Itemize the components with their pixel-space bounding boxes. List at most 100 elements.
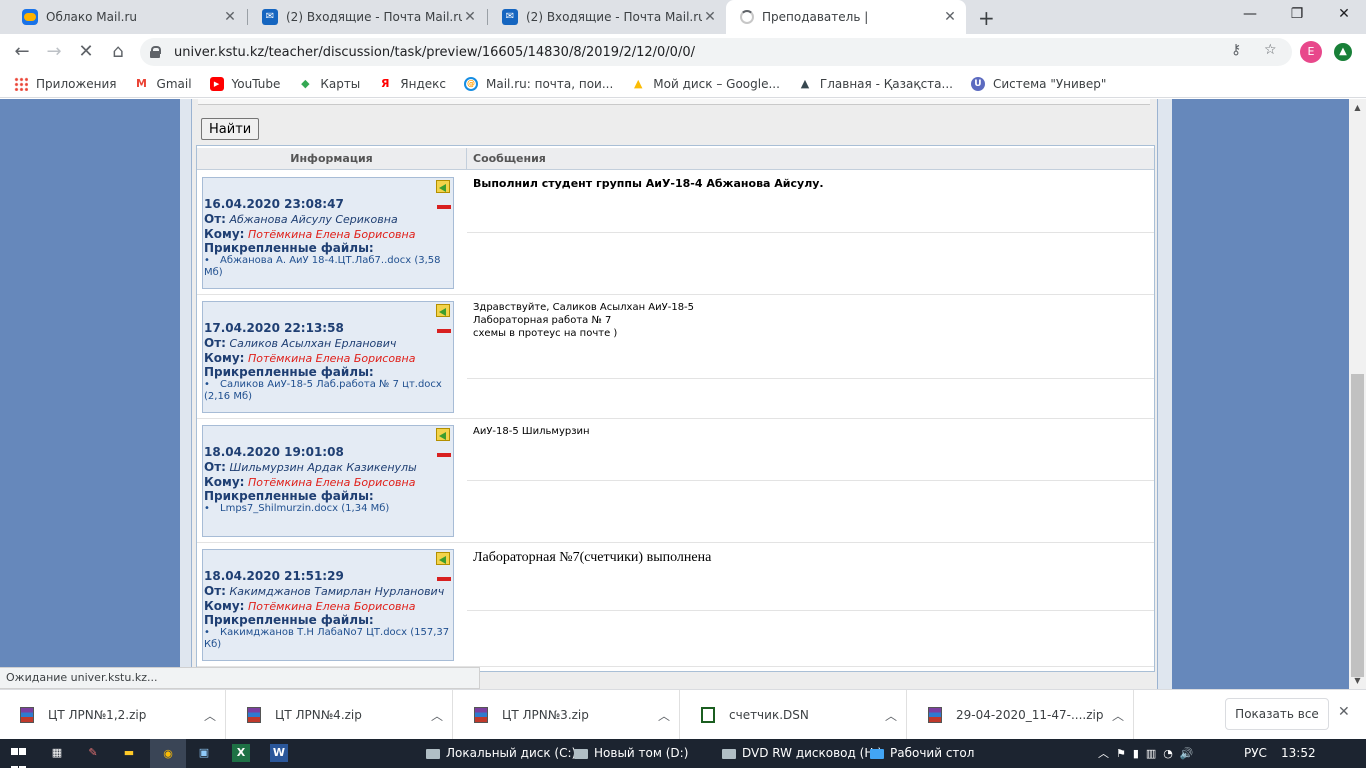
address-bar[interactable]: ⚷ ☆ <box>140 38 1292 66</box>
forward-button[interactable]: → <box>42 40 66 64</box>
drive-icon <box>574 748 588 759</box>
scroll-up-arrow-icon[interactable]: ▲ <box>1349 99 1366 116</box>
download-item[interactable]: счетчик.DSN ︿ <box>681 690 907 740</box>
recipient-name[interactable]: Потёмкина Елена Борисовна <box>248 476 415 489</box>
dsn-file-icon <box>701 707 715 723</box>
close-icon[interactable]: ✕ <box>702 9 718 25</box>
chrome-taskbar-icon[interactable]: ◉ <box>150 739 186 768</box>
word-icon[interactable]: W <box>270 744 288 762</box>
download-item[interactable]: ЦТ ЛРN№3.zip ︿ <box>454 690 680 740</box>
taskbar-drive-d[interactable]: Новый том (D:) <box>574 739 688 768</box>
table-header: Информация Сообщения <box>197 148 1154 170</box>
page-scrollbar[interactable]: ▲ ▼ <box>1349 99 1366 689</box>
scroll-down-arrow-icon[interactable]: ▼ <box>1349 672 1366 689</box>
extension-icon[interactable]: ▲ <box>1334 43 1352 61</box>
sender-name[interactable]: Шильмурзин Ардак Казикенулы <box>229 461 416 474</box>
close-icon[interactable]: ✕ <box>222 9 238 25</box>
tab-4-active[interactable]: Преподаватель | ✕ <box>726 0 966 34</box>
bookmark-mailru[interactable]: @ Mail.ru: почта, пои... <box>464 76 613 91</box>
back-button[interactable]: ← <box>10 40 34 64</box>
chevron-up-icon[interactable]: ︿ <box>876 707 906 724</box>
taskbar-drive-h[interactable]: DVD RW дисковод (H:) <box>722 739 882 768</box>
tab-2[interactable]: ✉ (2) Входящие - Почта Mail.ru ✕ <box>248 0 486 34</box>
download-item[interactable]: 29-04-2020_11-47-....zip ︿ <box>908 690 1134 740</box>
delete-icon[interactable] <box>437 453 451 457</box>
delete-icon[interactable] <box>437 205 451 209</box>
input-language[interactable]: РУС <box>1244 739 1267 768</box>
key-icon[interactable]: ⚷ <box>1231 42 1241 58</box>
message-date: 16.04.2020 23:08:47 <box>204 197 344 211</box>
minimize-button[interactable]: — <box>1240 6 1260 22</box>
close-icon[interactable]: ✕ <box>462 9 478 25</box>
reply-icon[interactable] <box>436 304 450 317</box>
file-explorer-icon[interactable]: ▬ <box>120 744 138 762</box>
close-icon[interactable]: ✕ <box>942 9 958 25</box>
home-button[interactable]: ⌂ <box>106 40 130 64</box>
bookmark-maps[interactable]: ◆ Карты <box>298 77 360 91</box>
reply-icon[interactable] <box>436 552 450 565</box>
chevron-up-icon[interactable]: ︿ <box>649 707 679 724</box>
excel-icon[interactable]: X <box>232 744 250 762</box>
table-row: 18.04.2020 19:01:08 От: Шильмурзин Ардак… <box>197 419 1154 543</box>
delete-icon[interactable] <box>437 329 451 333</box>
chevron-up-icon[interactable]: ︿ <box>195 707 225 724</box>
message-text: Лабораторная №7(счетчики) выполнена <box>473 550 712 565</box>
delete-icon[interactable] <box>437 577 451 581</box>
find-button[interactable]: Найти <box>201 118 260 140</box>
attached-file-link[interactable]: • Саликов АиУ-18-5 Лаб.работа № 7 цт.docx… <box>204 379 453 403</box>
winrar-archive-icon <box>247 707 261 723</box>
reply-icon[interactable] <box>436 428 450 441</box>
system-tray[interactable]: ︿ ⚑ ▮ ▥ ◔ 🔊 <box>1098 739 1194 768</box>
stop-button[interactable]: ✕ <box>74 40 98 64</box>
windows-start-icon[interactable] <box>10 744 28 768</box>
tab-1[interactable]: Облако Mail.ru ✕ <box>8 0 246 34</box>
save-disk-icon[interactable]: ▣ <box>195 744 213 762</box>
bookmark-yandex[interactable]: Я Яндекс <box>378 77 446 91</box>
star-icon[interactable]: ☆ <box>1264 42 1277 58</box>
download-item[interactable]: ЦТ ЛРN№4.zip ︿ <box>227 690 453 740</box>
message-from: От: Какимджанов Тамирлан Нурланович <box>204 584 445 598</box>
recipient-name[interactable]: Потёмкина Елена Борисовна <box>248 228 415 241</box>
close-window-button[interactable]: ✕ <box>1334 6 1354 22</box>
paint-icon[interactable]: ✎ <box>84 744 102 762</box>
page-viewport: Найти Информация Сообщения 16.04.2020 23… <box>0 99 1366 689</box>
tab-3[interactable]: ✉ (2) Входящие - Почта Mail.ru ✕ <box>488 0 726 34</box>
calculator-icon[interactable]: ▦ <box>48 744 66 762</box>
bookmark-gmail[interactable]: M Gmail <box>135 77 192 91</box>
close-icon[interactable]: ✕ <box>1338 704 1350 720</box>
recipient-name[interactable]: Потёмкина Елена Борисовна <box>248 352 415 365</box>
download-item[interactable]: ЦТ ЛРN№1,2.zip ︿ <box>0 690 226 740</box>
bookmark-kz-portal[interactable]: ▲ Главная - Қазақста... <box>798 77 953 91</box>
bookmark-univer[interactable]: U Система "Универ" <box>970 76 1106 91</box>
chevron-up-icon[interactable]: ︿ <box>422 707 452 724</box>
tab-strip: Облако Mail.ru ✕ ✉ (2) Входящие - Почта … <box>0 0 1366 34</box>
sender-name[interactable]: Абжанова Айсулу Сериковна <box>229 213 397 226</box>
sender-name[interactable]: Какимджанов Тамирлан Нурланович <box>229 585 444 598</box>
taskbar-desktop[interactable]: Рабочий стол <box>870 739 974 768</box>
chevron-up-icon[interactable]: ︿ <box>1103 707 1133 724</box>
tab-title: Преподаватель | <box>762 10 869 24</box>
attached-file-link[interactable]: • Какимджанов Т.Н ЛабаNo7 ЦТ.docx (157,37… <box>204 627 453 651</box>
attached-file-link[interactable]: • Абжанова А. АиУ 18-4.ЦТ.Лаб7..docx (3,5… <box>204 255 453 279</box>
table-row: 16.04.2020 23:08:47 От: Абжанова Айсулу … <box>197 171 1154 295</box>
sender-name[interactable]: Саликов Асылхан Ерланович <box>229 337 396 350</box>
recipient-name[interactable]: Потёмкина Елена Борисовна <box>248 600 415 613</box>
reply-icon[interactable] <box>436 180 450 193</box>
restore-button[interactable]: ❐ <box>1287 6 1307 22</box>
attached-files-label: Прикрепленные файлы: <box>204 613 374 627</box>
attached-file-link[interactable]: • Lmps7_Shilmurzin.docx (1,34 Мб) <box>204 503 453 515</box>
url-input[interactable] <box>174 44 1214 60</box>
taskbar-drive-c[interactable]: Локальный диск (C:) <box>426 739 576 768</box>
bookmark-apps[interactable]: Приложения <box>14 76 117 91</box>
bookmark-google-drive[interactable]: ▲ Мой диск – Google... <box>631 77 780 91</box>
new-tab-button[interactable]: + <box>978 6 995 30</box>
show-all-downloads-button[interactable]: Показать все <box>1225 698 1329 730</box>
profile-avatar[interactable]: E <box>1300 41 1322 63</box>
column-header-info: Информация <box>197 148 467 170</box>
bookmark-youtube[interactable]: ▶ YouTube <box>209 76 280 91</box>
scroll-thumb[interactable] <box>1351 374 1364 677</box>
desktop-icon <box>870 748 884 759</box>
message-info-box: 16.04.2020 23:08:47 От: Абжанова Айсулу … <box>202 177 454 289</box>
page-frame: Найти Информация Сообщения 16.04.2020 23… <box>180 99 1172 689</box>
taskbar-clock[interactable]: 13:52 <box>1281 739 1316 768</box>
